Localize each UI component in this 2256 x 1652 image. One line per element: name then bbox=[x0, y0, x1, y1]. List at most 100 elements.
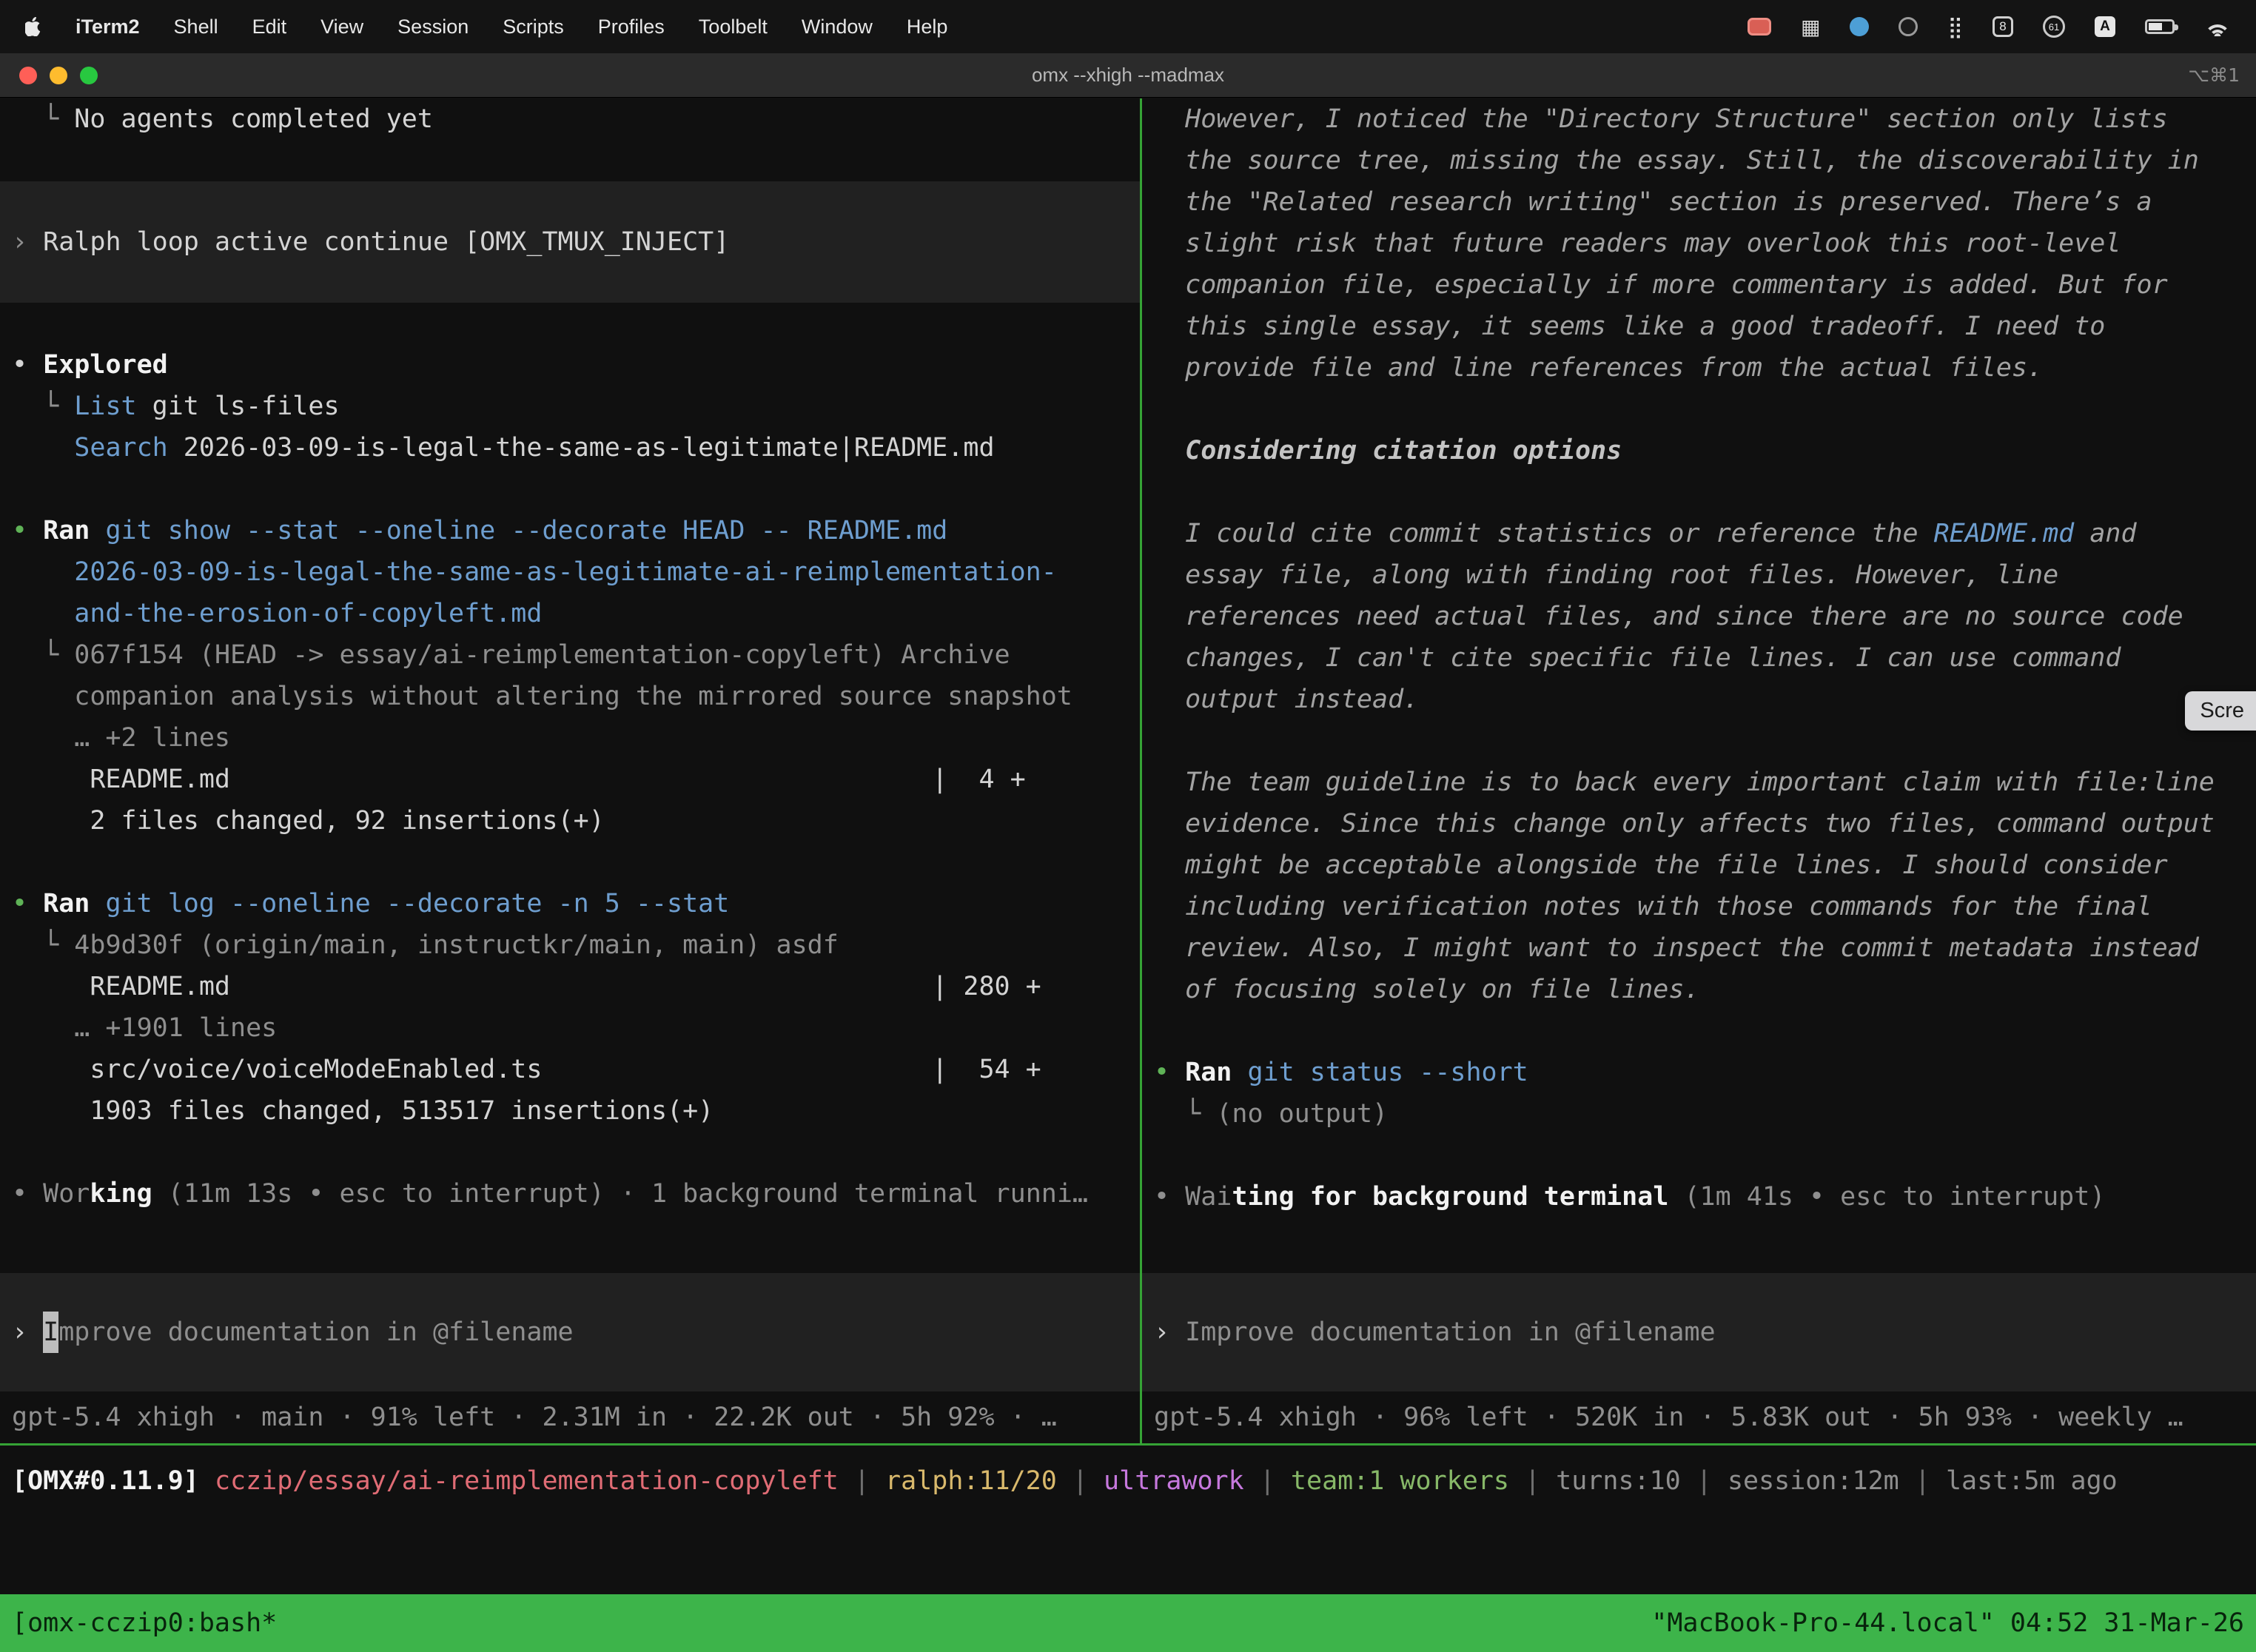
terminal-line bbox=[0, 1132, 1140, 1173]
left-prompt-input[interactable]: › Improve documentation in @filename bbox=[0, 1273, 1140, 1391]
terminal-line bbox=[1142, 471, 2256, 513]
terminal-line bbox=[0, 140, 1140, 181]
terminal-line: 1903 files changed, 513517 insertions(+) bbox=[0, 1090, 1140, 1132]
apple-menu-icon[interactable] bbox=[25, 17, 41, 36]
terminal-line: including verification notes with those … bbox=[1142, 886, 2256, 927]
terminal-line: └ (no output) bbox=[1142, 1093, 2256, 1135]
input-source-icon[interactable]: A bbox=[2095, 16, 2115, 37]
omx-status-line: [OMX#0.11.9] cczip/essay/ai-reimplementa… bbox=[0, 1466, 2118, 1508]
prompt-placeholder: mprove documentation in @filename bbox=[58, 1312, 573, 1353]
terminal-line: 2 files changed, 92 insertions(+) bbox=[0, 800, 1140, 842]
terminal-line: of focusing solely on file lines. bbox=[1142, 969, 2256, 1010]
black-circle-icon[interactable] bbox=[1899, 17, 1918, 36]
terminal-line: └ List git ls-files bbox=[0, 386, 1140, 427]
terminal-line: 2026-03-09-is-legal-the-same-as-legitima… bbox=[0, 551, 1140, 593]
terminal-line: and-the-erosion-of-copyleft.md bbox=[0, 593, 1140, 634]
menu-shell[interactable]: Shell bbox=[174, 16, 218, 38]
prompt-chevron-icon: › bbox=[1154, 1312, 1185, 1353]
minimize-button[interactable] bbox=[50, 67, 67, 84]
terminal-line: provide file and line references from th… bbox=[1142, 347, 2256, 389]
omx-status-bar: [OMX#0.11.9] cczip/essay/ai-reimplementa… bbox=[0, 1446, 2256, 1528]
waiting-status-line: • Waiting for background terminal (1m 41… bbox=[1142, 1176, 2256, 1218]
terminal-line: evidence. Since this change only affects… bbox=[1142, 803, 2256, 845]
terminal-line: └ 067f154 (HEAD -> essay/ai-reimplementa… bbox=[0, 634, 1140, 676]
menu-profiles[interactable]: Profiles bbox=[598, 16, 665, 38]
menu-edit[interactable]: Edit bbox=[252, 16, 287, 38]
left-model-status-line: gpt-5.4 xhigh · main · 91% left · 2.31M … bbox=[0, 1391, 1140, 1443]
tmux-session-label: [omx-cczip0:bash* bbox=[12, 1608, 277, 1638]
tmux-status-bar: [omx-cczip0:bash* "MacBook-Pro-44.local"… bbox=[0, 1594, 2256, 1652]
working-status-line: • Working (11m 13s • esc to interrupt) ·… bbox=[0, 1173, 1140, 1215]
terminal-line bbox=[1142, 720, 2256, 762]
macos-menu-bar: iTerm2 Shell Edit View Session Scripts P… bbox=[0, 0, 2256, 53]
terminal-line: output instead. bbox=[1142, 679, 2256, 720]
terminal-line bbox=[0, 303, 1140, 344]
menu-window[interactable]: Window bbox=[802, 16, 873, 38]
window-title: omx --xhigh --madmax bbox=[1032, 64, 1224, 87]
menu-toolbelt[interactable]: Toolbelt bbox=[699, 16, 768, 38]
left-pane-spacer bbox=[0, 1215, 1140, 1273]
desktop-screen: iTerm2 Shell Edit View Session Scripts P… bbox=[0, 0, 2256, 1652]
right-pane[interactable]: However, I noticed the "Directory Struct… bbox=[1142, 98, 2256, 1443]
terminal-line: this single essay, it seems like a good … bbox=[1142, 306, 2256, 347]
zoom-button[interactable] bbox=[80, 67, 98, 84]
screen-recording-icon[interactable] bbox=[1748, 18, 1771, 36]
terminal-line: src/voice/voiceModeEnabled.ts | 54 + bbox=[0, 1049, 1140, 1090]
terminal-line: └ No agents completed yet bbox=[0, 98, 1140, 140]
blue-circle-icon[interactable] bbox=[1850, 17, 1869, 36]
tmux-host-clock: "MacBook-Pro-44.local" 04:52 31-Mar-26 bbox=[1651, 1608, 2244, 1638]
keyboard-icon[interactable]: ▦ bbox=[1801, 15, 1820, 39]
right-pane-spacer bbox=[1142, 1218, 2256, 1273]
terminal-line: README.md | 280 + bbox=[0, 966, 1140, 1007]
close-button[interactable] bbox=[19, 67, 37, 84]
prompt-placeholder: Improve documentation in @filename bbox=[1185, 1312, 1715, 1353]
left-pane[interactable]: └ No agents completed yet › Ralph loop ac… bbox=[0, 98, 1140, 1443]
terminal-line bbox=[0, 469, 1140, 510]
terminal-line: companion file, especially if more comme… bbox=[1142, 264, 2256, 306]
thinking-heading: Considering citation options bbox=[1142, 430, 2256, 471]
terminal-line: └ 4b9d30f (origin/main, instructkr/main,… bbox=[0, 924, 1140, 966]
window-title-bar[interactable]: omx --xhigh --madmax ⌥⌘1 bbox=[0, 53, 2256, 98]
terminal-line: The team guideline is to back every impo… bbox=[1142, 762, 2256, 803]
terminal-line bbox=[0, 842, 1140, 883]
right-scrollback: However, I noticed the "Directory Struct… bbox=[1142, 98, 2256, 1218]
terminal-line: changes, I can't cite specific file line… bbox=[1142, 637, 2256, 679]
terminal-line: • Ran git log --oneline --decorate -n 5 … bbox=[0, 883, 1140, 924]
terminal-line: README.md | 4 + bbox=[0, 759, 1140, 800]
menu-iterm2[interactable]: iTerm2 bbox=[75, 16, 140, 38]
right-prompt-input[interactable]: › Improve documentation in @filename bbox=[1142, 1273, 2256, 1391]
menu-help[interactable]: Help bbox=[907, 16, 948, 38]
dots-grid-icon[interactable]: ⣿ bbox=[1947, 15, 1963, 39]
terminal-line: references need actual files, and since … bbox=[1142, 596, 2256, 637]
terminal-line bbox=[1142, 1135, 2256, 1176]
terminal-line: • Explored bbox=[0, 344, 1140, 386]
tmux-panes: └ No agents completed yet › Ralph loop ac… bbox=[0, 98, 2256, 1443]
terminal: └ No agents completed yet › Ralph loop ac… bbox=[0, 98, 2256, 1652]
prompt-chevron-icon: › bbox=[12, 1312, 43, 1353]
keycap-icon[interactable]: 8 bbox=[1993, 16, 2013, 37]
menu-view[interactable]: View bbox=[320, 16, 363, 38]
menu-session[interactable]: Session bbox=[397, 16, 469, 38]
terminal-line: However, I noticed the "Directory Struct… bbox=[1142, 98, 2256, 140]
traffic-lights bbox=[19, 67, 98, 84]
terminal-line: the source tree, missing the essay. Stil… bbox=[1142, 140, 2256, 181]
terminal-line: companion analysis without altering the … bbox=[0, 676, 1140, 717]
terminal-line: the "Related research writing" section i… bbox=[1142, 181, 2256, 223]
terminal-line: might be acceptable alongside the file l… bbox=[1142, 845, 2256, 886]
menu-scripts[interactable]: Scripts bbox=[503, 16, 564, 38]
terminal-line bbox=[1142, 1010, 2256, 1052]
battery-icon[interactable] bbox=[2145, 19, 2175, 34]
wifi-icon[interactable] bbox=[2204, 17, 2231, 36]
terminal-line: Search 2026-03-09-is-legal-the-same-as-l… bbox=[0, 427, 1140, 469]
terminal-line: • Ran git show --stat --oneline --decora… bbox=[0, 510, 1140, 551]
text-cursor: I bbox=[43, 1312, 58, 1353]
bottom-filler bbox=[0, 1528, 2256, 1594]
terminal-line: … +1901 lines bbox=[0, 1007, 1140, 1049]
ralph-loop-banner: › Ralph loop active continue [OMX_TMUX_I… bbox=[0, 181, 1140, 303]
gauge-icon[interactable]: 61 bbox=[2043, 16, 2065, 38]
terminal-line: essay file, along with finding root file… bbox=[1142, 554, 2256, 596]
overlay-tooltip: Scre bbox=[2185, 691, 2256, 731]
terminal-line bbox=[1142, 389, 2256, 430]
terminal-line: … +2 lines bbox=[0, 717, 1140, 759]
window-shortcut-badge: ⌥⌘1 bbox=[2188, 64, 2240, 86]
